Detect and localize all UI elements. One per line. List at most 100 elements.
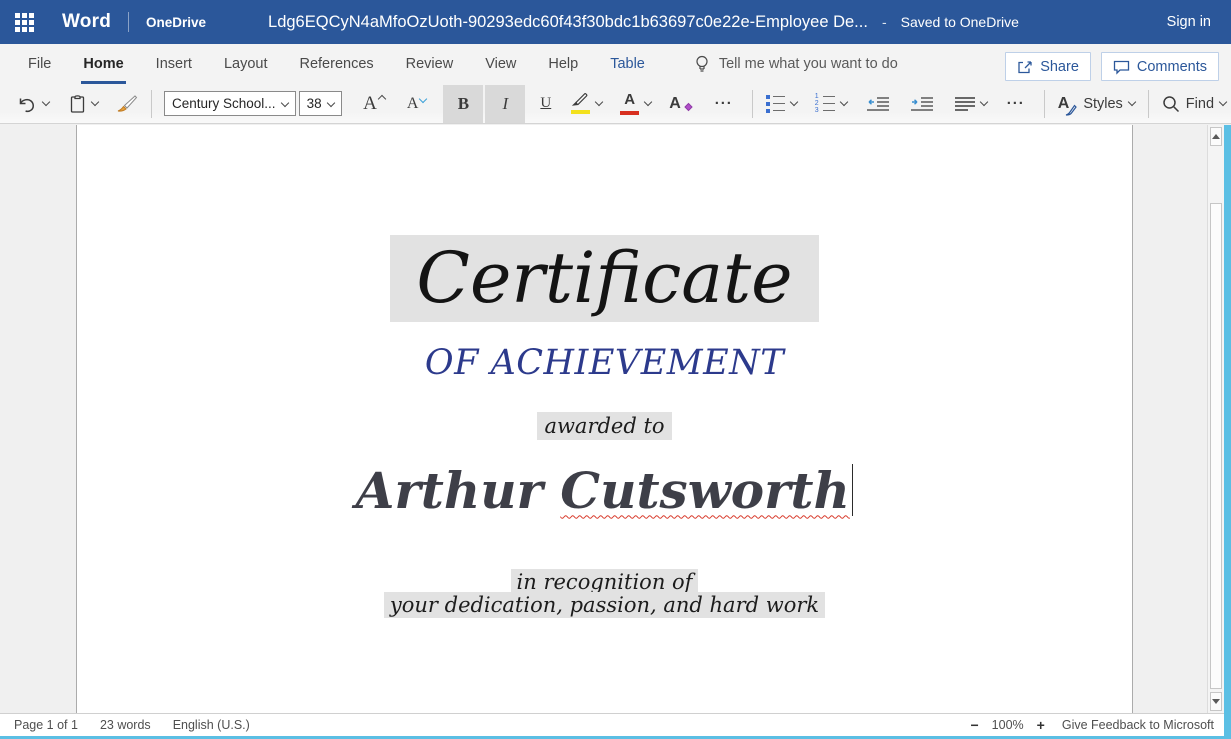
- recognition-lines[interactable]: in recognition of your dedication, passi…: [77, 571, 1132, 617]
- tab-view[interactable]: View: [469, 44, 532, 84]
- tell-me-box[interactable]: Tell me what you want to do: [695, 55, 898, 74]
- bold-button[interactable]: B: [443, 85, 483, 123]
- search-icon: [1162, 95, 1180, 113]
- find-button[interactable]: Find: [1157, 85, 1231, 123]
- app-launcher-waffle-icon[interactable]: [15, 13, 34, 32]
- feedback-link[interactable]: Give Feedback to Microsoft: [1062, 718, 1214, 732]
- style-brush-icon: [1065, 104, 1077, 116]
- recipient-last-name-misspelled[interactable]: Cutsworth: [560, 461, 850, 520]
- styles-button[interactable]: A Styles: [1053, 85, 1140, 123]
- clear-formatting-letter: A: [669, 96, 681, 112]
- decrease-indent-button[interactable]: [862, 85, 894, 123]
- bold-label: B: [458, 94, 469, 114]
- scroll-up-button[interactable]: [1210, 127, 1222, 146]
- grow-font-letter: A: [363, 93, 377, 115]
- tab-layout[interactable]: Layout: [208, 44, 284, 84]
- font-color-swatch: [620, 111, 639, 115]
- more-font-options-button[interactable]: ···: [704, 85, 744, 123]
- bullet-list-icon: [766, 95, 785, 113]
- tab-file[interactable]: File: [12, 44, 67, 84]
- italic-button[interactable]: I: [485, 85, 525, 123]
- bullets-button[interactable]: [761, 85, 802, 123]
- tab-review[interactable]: Review: [390, 44, 470, 84]
- document-canvas: Certificate OF ACHIEVEMENT awarded to Ar…: [0, 125, 1224, 713]
- share-button[interactable]: Share: [1005, 52, 1091, 81]
- styles-label: Styles: [1083, 96, 1123, 112]
- triangle-down-icon: [1212, 699, 1220, 704]
- font-color-button[interactable]: A: [615, 85, 656, 123]
- awarded-to-text: awarded to: [537, 412, 671, 440]
- triangle-up-icon: [1212, 134, 1220, 139]
- tab-help[interactable]: Help: [532, 44, 594, 84]
- tab-references[interactable]: References: [283, 44, 389, 84]
- certificate-content: Certificate OF ACHIEVEMENT awarded to Ar…: [77, 125, 1132, 617]
- save-status[interactable]: Saved to OneDrive: [901, 14, 1019, 30]
- document-title[interactable]: Ldg6EQCyN4aMfoOzUoth-90293edc60f43f30bdc…: [268, 13, 868, 32]
- comments-icon: [1113, 59, 1130, 75]
- chevron-down-icon: [1128, 98, 1136, 106]
- tab-home[interactable]: Home: [67, 44, 139, 84]
- underline-button[interactable]: U: [535, 85, 556, 123]
- highlight-button[interactable]: [566, 85, 607, 123]
- zoom-out-button[interactable]: −: [970, 717, 978, 733]
- comments-button[interactable]: Comments: [1101, 52, 1219, 81]
- toolbar-divider: [1148, 90, 1149, 118]
- font-color-letter: A: [624, 92, 635, 107]
- zoom-in-button[interactable]: +: [1037, 717, 1045, 733]
- format-painter-button[interactable]: [111, 85, 143, 123]
- chevron-down-icon: [840, 98, 848, 106]
- awarded-to-line[interactable]: awarded to: [77, 414, 1132, 438]
- recipient-first-name[interactable]: Arthur: [356, 461, 561, 520]
- paste-button[interactable]: [64, 85, 103, 123]
- page-count[interactable]: Page 1 of 1: [14, 718, 78, 732]
- shrink-font-letter: A: [407, 95, 419, 113]
- comments-label: Comments: [1137, 59, 1207, 75]
- undo-button[interactable]: [12, 85, 54, 123]
- toolbar-divider: [752, 90, 753, 118]
- onedrive-link[interactable]: OneDrive: [146, 15, 206, 30]
- scroll-down-button[interactable]: [1210, 692, 1222, 711]
- word-count[interactable]: 23 words: [100, 718, 151, 732]
- document-page[interactable]: Certificate OF ACHIEVEMENT awarded to Ar…: [76, 125, 1133, 713]
- lightbulb-icon: [695, 55, 709, 74]
- align-left-icon: [955, 96, 975, 112]
- more-paragraph-options-button[interactable]: ···: [996, 85, 1036, 123]
- chevron-down-icon: [327, 98, 335, 106]
- font-size-combo[interactable]: 38: [299, 91, 342, 116]
- chevron-down-icon: [790, 98, 798, 106]
- undo-icon: [17, 95, 37, 113]
- recipient-name-line[interactable]: Arthur Cutsworth: [77, 463, 1132, 518]
- zoom-level[interactable]: 100%: [992, 718, 1024, 732]
- vertical-scrollbar[interactable]: [1207, 125, 1224, 713]
- tell-me-label: Tell me what you want to do: [719, 56, 898, 72]
- share-icon: [1017, 59, 1033, 75]
- font-name-combo[interactable]: Century School...: [164, 91, 296, 116]
- sign-in-link[interactable]: Sign in: [1167, 14, 1211, 30]
- scrollbar-thumb[interactable]: [1210, 203, 1222, 689]
- font-name-value: Century School...: [172, 96, 276, 111]
- subheading-line[interactable]: OF ACHIEVEMENT: [77, 343, 1132, 383]
- clear-formatting-button[interactable]: A: [664, 85, 698, 123]
- highlight-color-swatch: [571, 110, 590, 114]
- toolbar-divider: [1044, 90, 1045, 118]
- increase-indent-button[interactable]: [906, 85, 938, 123]
- clipboard-icon: [69, 94, 86, 114]
- find-label: Find: [1186, 96, 1214, 112]
- numbering-button[interactable]: 1 2 3: [810, 85, 852, 123]
- recognition-line-1: in recognition of: [511, 569, 699, 595]
- numbered-list-icon: 1 2 3: [815, 95, 835, 113]
- grow-font-button[interactable]: A: [358, 85, 390, 123]
- tab-insert[interactable]: Insert: [140, 44, 208, 84]
- decrease-indent-icon: [867, 96, 889, 112]
- window-edge-right: [1224, 125, 1231, 739]
- tab-table[interactable]: Table: [594, 44, 661, 84]
- share-label: Share: [1040, 59, 1079, 75]
- increase-indent-icon: [911, 96, 933, 112]
- language-indicator[interactable]: English (U.S.): [173, 718, 250, 732]
- chevron-down-icon: [1219, 98, 1227, 106]
- alignment-button[interactable]: [950, 85, 992, 123]
- app-name[interactable]: Word: [62, 11, 111, 33]
- recognition-line-2: your dedication, passion, and hard work: [384, 592, 825, 618]
- heading-line[interactable]: Certificate: [77, 235, 1132, 322]
- shrink-font-button[interactable]: A: [402, 85, 432, 123]
